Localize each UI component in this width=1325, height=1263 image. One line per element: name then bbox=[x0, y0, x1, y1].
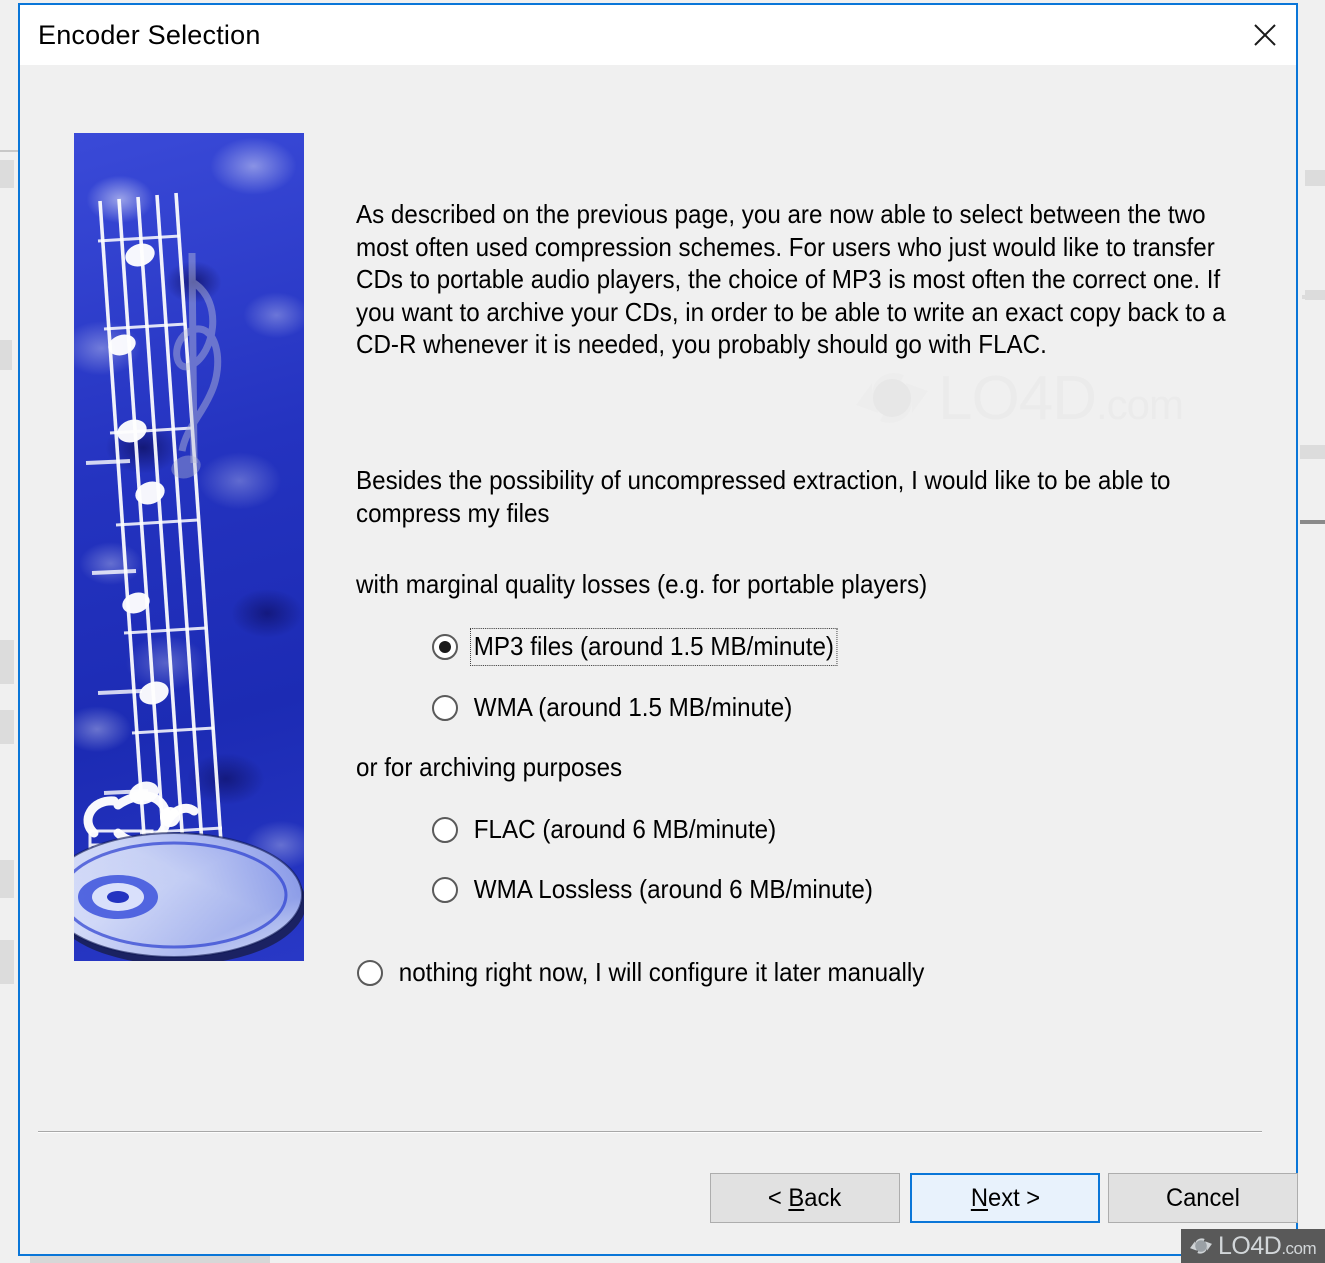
dialog-body: As described on the previous page, you a… bbox=[20, 65, 1298, 1254]
background-fragment bbox=[1302, 295, 1325, 299]
background-fragment bbox=[0, 340, 12, 370]
next-button[interactable]: Next > bbox=[910, 1173, 1100, 1223]
radio-label-wma-lossless: WMA Lossless (around 6 MB/minute) bbox=[473, 874, 873, 904]
radio-option-wma-lossless[interactable]: WMA Lossless (around 6 MB/minute) bbox=[432, 872, 906, 908]
intro-paragraph: As described on the previous page, you a… bbox=[356, 199, 1233, 359]
background-fragment bbox=[0, 150, 18, 152]
lo4d-logo-icon bbox=[856, 373, 928, 423]
lo4d-watermark-text: LO4D.com bbox=[938, 363, 1184, 433]
music-cd-banner-image bbox=[74, 133, 304, 961]
background-fragment bbox=[1300, 520, 1325, 524]
footer-separator bbox=[38, 1131, 1262, 1133]
cancel-button[interactable]: Cancel bbox=[1108, 1173, 1298, 1223]
lo4d-watermark-center: LO4D.com bbox=[846, 361, 1184, 435]
radio-option-flac[interactable]: FLAC (around 6 MB/minute) bbox=[432, 812, 802, 848]
question-paragraph: Besides the possibility of uncompressed … bbox=[356, 465, 1178, 528]
background-fragment bbox=[1300, 445, 1325, 459]
group-label-lossy: with marginal quality losses (e.g. for p… bbox=[356, 569, 928, 599]
background-fragment bbox=[0, 640, 14, 684]
radio-indicator-wma[interactable] bbox=[432, 695, 458, 721]
close-icon[interactable] bbox=[1234, 5, 1296, 65]
background-fragment bbox=[0, 860, 14, 898]
cancel-button-label: Cancel bbox=[1166, 1183, 1240, 1212]
radio-indicator-mp3[interactable] bbox=[432, 634, 458, 660]
radio-option-nothing[interactable]: nothing right now, I will configure it l… bbox=[357, 955, 967, 991]
next-button-label: Next > bbox=[970, 1183, 1040, 1212]
background-fragment bbox=[0, 160, 14, 188]
radio-option-mp3[interactable]: MP3 files (around 1.5 MB/minute) bbox=[432, 628, 864, 666]
window-title: Encoder Selection bbox=[38, 19, 261, 50]
radio-indicator-wma-lossless[interactable] bbox=[432, 877, 458, 903]
back-button-label: < Back bbox=[768, 1183, 842, 1212]
encoder-selection-dialog: Encoder Selection As described on the pr… bbox=[18, 3, 1298, 1256]
radio-label-flac: FLAC (around 6 MB/minute) bbox=[473, 814, 777, 844]
banner-artwork bbox=[74, 192, 304, 961]
radio-label-nothing: nothing right now, I will configure it l… bbox=[398, 957, 925, 987]
back-button[interactable]: < Back bbox=[710, 1173, 900, 1223]
background-fragment bbox=[0, 940, 14, 984]
title-bar: Encoder Selection bbox=[20, 5, 1296, 65]
radio-option-wma[interactable]: WMA (around 1.5 MB/minute) bbox=[432, 690, 819, 726]
radio-indicator-nothing[interactable] bbox=[357, 960, 383, 986]
group-label-archive: or for archiving purposes bbox=[356, 752, 623, 782]
radio-indicator-flac[interactable] bbox=[432, 817, 458, 843]
background-fragment bbox=[0, 710, 14, 744]
radio-label-mp3: MP3 files (around 1.5 MB/minute) bbox=[470, 628, 838, 666]
background-fragment bbox=[1305, 170, 1325, 186]
radio-label-wma: WMA (around 1.5 MB/minute) bbox=[473, 692, 793, 722]
